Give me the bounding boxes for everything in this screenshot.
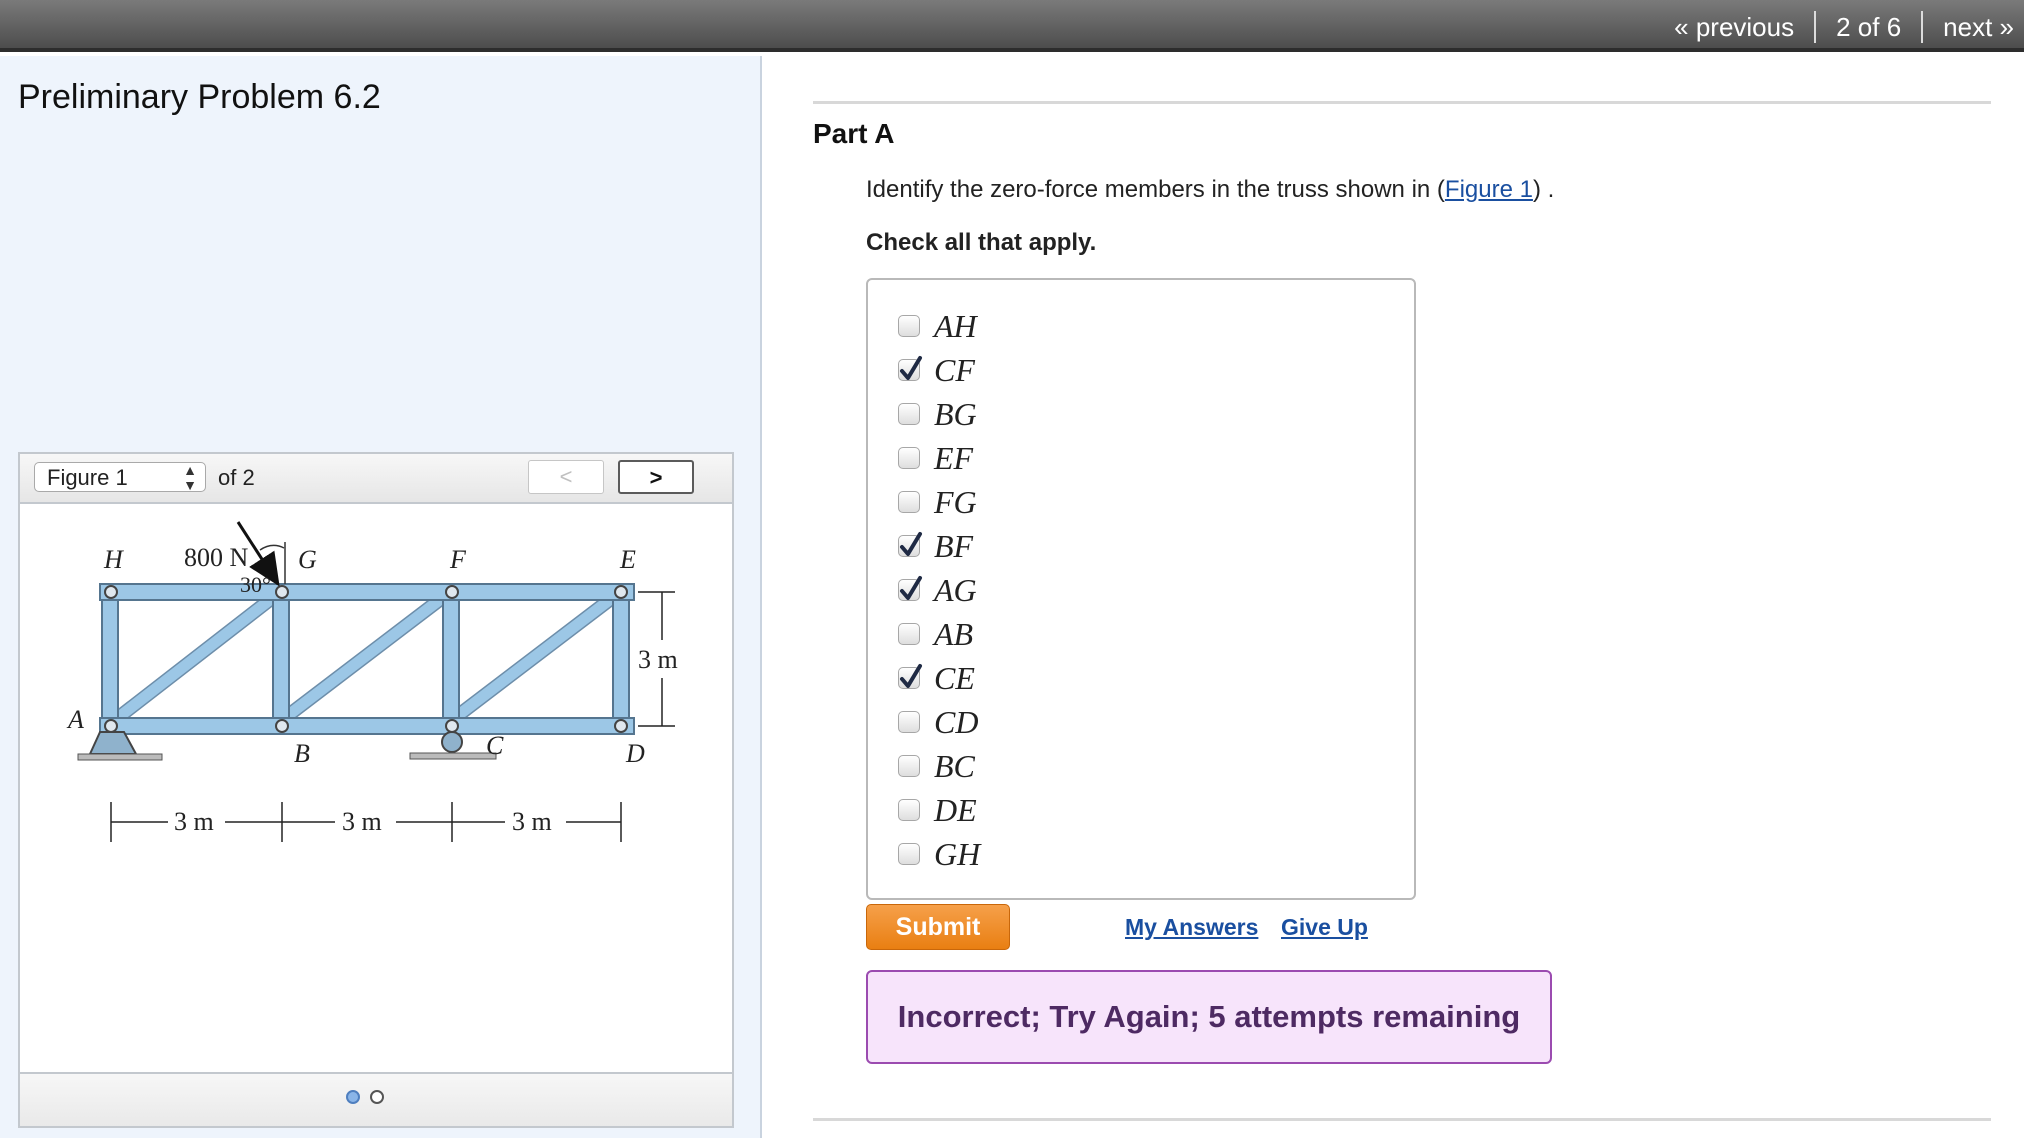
figure-pager [20,1072,732,1126]
joint-label-e: E [619,545,636,574]
select-arrows-icon: ▲ ▼ [183,462,197,493]
submit-button[interactable]: Submit [866,904,1010,950]
question-prefix: Identify the zero-force members in the t… [866,176,1445,203]
answer-option[interactable]: AB [898,614,973,654]
answer-option-label: CD [934,703,979,740]
answer-option[interactable]: AG [898,570,977,610]
answer-options-box: AH CF BG EF FG BF AG AB CE CD BC DE GH [866,278,1416,900]
answer-option[interactable]: AH [898,306,977,346]
answer-checkbox[interactable] [898,576,922,601]
answer-option-label: CE [934,659,975,696]
dimension-label-span1: 3 m [174,807,214,836]
part-title: Part A [813,118,895,149]
checkmark-icon [900,532,922,556]
figure-count: of 2 [218,465,255,490]
problem-position: 2 of 6 [1836,11,1902,42]
next-link[interactable]: next » [1943,12,2014,43]
instruction-text: Check all that apply. [866,229,1097,256]
question-text: Identify the zero-force members in the t… [866,176,1554,204]
joint-label-a: A [66,705,84,734]
joint-label-d: D [625,739,645,768]
truss-figure: 800 N 30° H G F E A B C D 3 m 3 m 3 m 3 … [66,521,678,842]
answer-checkbox[interactable] [898,447,920,469]
joint-label-h: H [103,545,124,574]
answer-option[interactable]: BF [898,526,973,566]
answer-checkbox[interactable] [898,711,920,733]
chevron-right-icon: > [649,465,663,490]
roller-support [409,731,497,760]
figure-link[interactable]: Figure 1 [1445,176,1533,203]
page-dot-2[interactable] [370,1090,384,1104]
previous-link[interactable]: « previous [1674,12,1794,43]
dimension-label-height: 3 m [638,645,678,674]
give-up-link[interactable]: Give Up [1281,914,1368,941]
joint-label-g: G [298,545,317,574]
figure-select[interactable]: Figure 1 ▲ ▼ [34,462,206,493]
answer-option-label: AB [934,615,974,652]
answer-checkbox[interactable] [898,315,920,337]
answer-option-label: BG [934,395,977,432]
answer-checkbox[interactable] [898,843,920,865]
answer-checkbox[interactable] [898,755,920,777]
answer-checkbox[interactable] [898,356,922,381]
checkmark-icon [900,356,922,380]
checkmark-icon [900,664,922,688]
angle-label: 30° [240,572,271,597]
previous-figure-button[interactable]: < [528,460,604,494]
answer-checkbox[interactable] [898,491,920,513]
page-dot-1[interactable] [346,1090,360,1104]
divider-top [813,101,1991,104]
answer-option[interactable]: FG [898,482,977,522]
chevron-left-icon: < [559,464,573,489]
figure-viewer: Figure 1 ▲ ▼ of 2 < > 800 N 30° H G F E … [18,452,734,1128]
answer-option[interactable]: CD [898,702,978,742]
dimension-label-span2: 3 m [342,807,382,836]
joint-label-b: B [294,739,310,768]
answer-option-label: BF [934,527,974,564]
nav-divider [1921,11,1924,43]
figure-toolbar: Figure 1 ▲ ▼ of 2 < > [20,454,732,504]
answer-option[interactable]: BC [898,746,975,786]
problem-panel: Preliminary Problem 6.2 Figure 1 ▲ ▼ of 2… [0,56,762,1138]
pin-support [77,731,163,761]
question-suffix: ) . [1532,176,1555,203]
bottom-chord [99,717,635,735]
checkmark-icon [900,576,922,600]
answer-option[interactable]: GH [898,834,980,874]
answer-checkbox[interactable] [898,664,922,689]
top-chord [99,583,635,601]
answer-checkbox[interactable] [898,532,922,557]
answer-checkbox[interactable] [898,623,920,645]
answer-option[interactable]: CF [898,350,975,390]
divider-bottom [813,1118,1991,1121]
top-nav-bar: « previous 2 of 6 next » [0,0,2024,52]
next-figure-button[interactable]: > [618,460,694,494]
answer-option[interactable]: EF [898,438,973,478]
answer-option[interactable]: CE [898,658,975,698]
answer-option-label: GH [934,835,981,872]
answer-option[interactable]: BG [898,394,977,434]
answer-option-label: DE [934,791,977,828]
problem-navigation: « previous 2 of 6 next » [1674,10,2014,44]
joint-label-c: C [486,731,504,760]
answer-option-label: AH [934,307,977,344]
answer-option[interactable]: DE [898,790,977,830]
nav-divider [1814,11,1817,43]
force-label: 800 N [184,543,249,572]
answer-option-label: AG [934,571,977,608]
figure-select-value: Figure 1 [47,465,128,490]
answer-checkbox[interactable] [898,799,920,821]
my-answers-link[interactable]: My Answers [1125,914,1258,941]
dimension-label-span3: 3 m [512,807,552,836]
answer-option-label: CF [934,351,975,388]
feedback-message: Incorrect; Try Again; 5 attempts remaini… [866,970,1552,1064]
answer-option-label: EF [934,439,974,476]
joint-label-f: F [449,545,467,574]
answer-option-label: BC [934,747,975,784]
answer-checkbox[interactable] [898,403,920,425]
answer-option-label: FG [934,483,977,520]
problem-title: Preliminary Problem 6.2 [18,78,381,116]
